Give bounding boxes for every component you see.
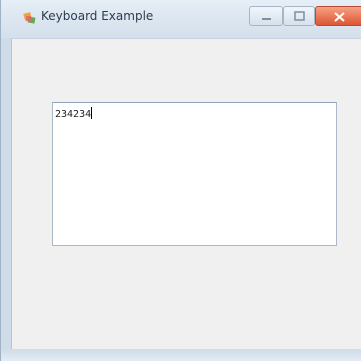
text-input-area[interactable]: 234234 — [52, 102, 337, 246]
maximize-icon — [294, 11, 305, 21]
close-button[interactable] — [315, 6, 361, 26]
text-caret — [91, 107, 93, 119]
minimize-icon — [262, 18, 271, 20]
close-icon — [334, 12, 345, 22]
window-title: Keyboard Example — [41, 9, 154, 23]
text-input-value: 234234 — [55, 109, 92, 120]
minimize-button[interactable] — [249, 6, 283, 26]
app-icon — [23, 12, 36, 24]
title-bar[interactable]: Keyboard Example — [1, 0, 361, 38]
app-window: Keyboard Example 234234 — [0, 0, 361, 361]
maximize-button[interactable] — [283, 6, 315, 26]
window-bottom-border — [1, 349, 361, 361]
